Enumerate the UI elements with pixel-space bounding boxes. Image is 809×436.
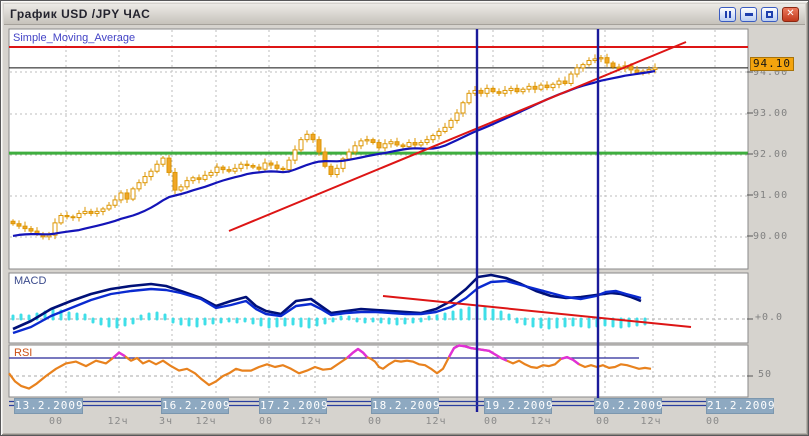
price-axis-label: 92.00 [753, 149, 788, 160]
chart-window: График USD /JPY ЧАС ✕ Simple_Moving_Aver… [0, 0, 809, 436]
date-axis-label: 16.2.2009 [161, 398, 229, 414]
date-axis-label: 18.2.2009 [371, 398, 439, 414]
rsi-indicator-label: RSI [14, 347, 32, 359]
time-axis-label: 00 [484, 416, 498, 427]
macd-zero-label: +0.0 [755, 312, 783, 323]
current-price-badge: 94.10 [750, 57, 794, 71]
time-axis-label: 12ч [107, 416, 128, 427]
time-axis-label: 12ч [425, 416, 446, 427]
date-axis-label: 20.2.2009 [594, 398, 662, 414]
rsi-mid-label: 50 [758, 369, 772, 380]
chart-canvas [1, 1, 809, 436]
date-axis-label: 21.2.2009 [706, 398, 774, 414]
date-axis-label: 19.2.2009 [484, 398, 552, 414]
time-axis-label: 12ч [640, 416, 661, 427]
price-axis-label: 93.00 [753, 108, 788, 119]
time-axis-label: 00 [706, 416, 720, 427]
time-axis-label: 00 [49, 416, 63, 427]
sma-indicator-label: Simple_Moving_Average [13, 32, 135, 44]
date-axis-label: 13.2.2009 [14, 398, 83, 414]
date-axis-label: 17.2.2009 [259, 398, 327, 414]
time-axis-label: 12ч [530, 416, 551, 427]
macd-indicator-label: MACD [14, 275, 46, 287]
time-axis-label: 00 [596, 416, 610, 427]
price-axis-label: 90.00 [753, 231, 788, 242]
macd-panel [9, 273, 748, 343]
time-axis-label: 00 [259, 416, 273, 427]
panel-backgrounds [9, 29, 748, 397]
price-axis-label: 91.00 [753, 190, 788, 201]
time-axis-label: 12ч [300, 416, 321, 427]
time-axis-label: 00 [368, 416, 382, 427]
time-axis-label: 12ч [195, 416, 216, 427]
time-axis-label: 3ч [159, 416, 173, 427]
